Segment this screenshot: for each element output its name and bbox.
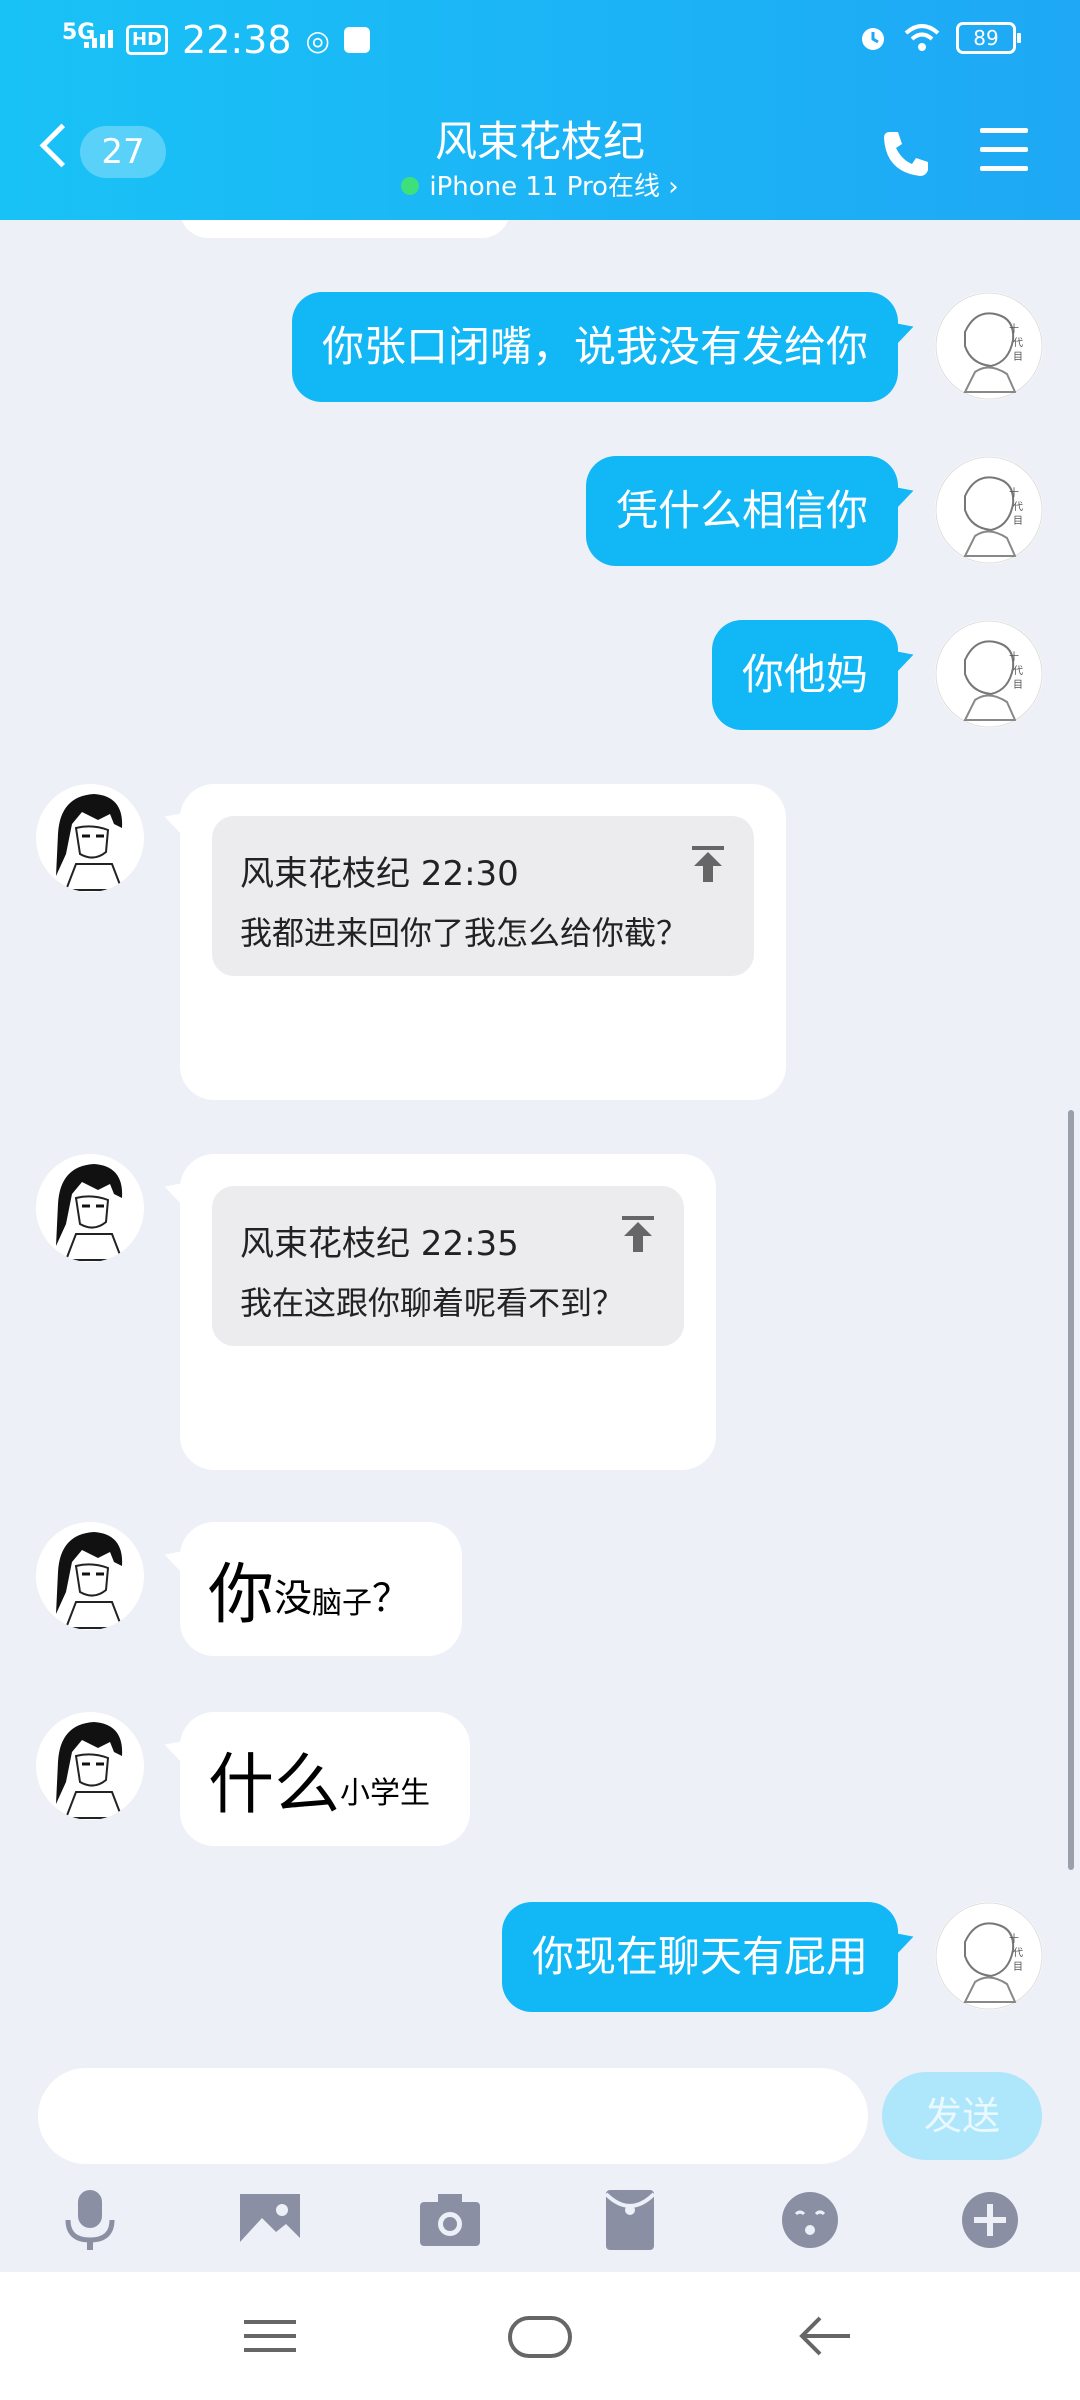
- quoted-message[interactable]: 风束花枝纪 22:35 我在这跟你聊着呢看不到？: [212, 1186, 684, 1346]
- outgoing-bubble[interactable]: 你张口闭嘴，说我没有发给你: [291, 292, 898, 402]
- styled-message-text: 什么 小学生: [208, 1712, 430, 1846]
- text-part-large: 什么: [208, 1746, 340, 1823]
- text-part-medium: 没: [274, 1575, 313, 1620]
- status-right: 89: [858, 22, 1021, 54]
- contact-avatar[interactable]: [36, 1712, 144, 1820]
- previous-message-bubble: [180, 220, 510, 238]
- weibo-icon: ◎: [305, 23, 330, 57]
- hd-badge: HD: [126, 25, 169, 55]
- battery-level: 89: [973, 26, 999, 50]
- svg-text:十: 十: [1009, 322, 1019, 335]
- recent-apps-icon[interactable]: [230, 2306, 310, 2366]
- outgoing-bubble[interactable]: 你他妈: [711, 620, 898, 730]
- incoming-bubble[interactable]: 什么 小学生: [180, 1712, 470, 1846]
- jump-to-top-icon[interactable]: [620, 1214, 656, 1254]
- incoming-bubble[interactable]: 风束花枝纪 22:35 我在这跟你聊着呢看不到？: [180, 1154, 716, 1470]
- alarm-icon: [862, 28, 884, 50]
- mic-icon[interactable]: [50, 2180, 130, 2260]
- notification-icon: [343, 27, 370, 53]
- quoted-message[interactable]: 风束花枝纪 22:30 我都进来回你了我怎么给你截？: [212, 816, 754, 976]
- svg-text:十: 十: [1009, 650, 1019, 663]
- system-navigation-bar: [0, 2272, 1080, 2400]
- text-part-large: 你: [208, 1556, 274, 1633]
- svg-text:目: 目: [1013, 680, 1023, 691]
- menu-icon[interactable]: [980, 128, 1028, 174]
- sketch-avatar-icon: 十 代 目: [935, 1902, 1043, 2010]
- status-left: 5G HD 22:38 ◎: [62, 18, 370, 62]
- sketch-avatar-icon: 十 代 目: [935, 292, 1043, 400]
- scrollbar[interactable]: [1068, 1110, 1074, 1870]
- status-bar: 5G HD 22:38 ◎ 89: [0, 0, 1080, 82]
- text-part-medium: ？: [372, 1575, 411, 1620]
- manga-avatar-icon: [37, 1523, 143, 1629]
- phone-icon[interactable]: [880, 128, 932, 180]
- svg-text:目: 目: [1013, 352, 1023, 363]
- back-icon[interactable]: [786, 2306, 866, 2366]
- sketch-avatar-icon: 十 代 目: [935, 456, 1043, 564]
- outgoing-bubble[interactable]: 凭什么相信你: [585, 456, 898, 566]
- battery-icon: 89: [956, 22, 1021, 54]
- camera-icon[interactable]: [410, 2180, 490, 2260]
- my-avatar[interactable]: 十 代 目: [935, 292, 1043, 400]
- chat-header: 5G HD 22:38 ◎ 89 27 风束花枝纪 iPhone 11 Pro在…: [0, 0, 1080, 220]
- svg-text:代: 代: [1013, 501, 1023, 513]
- send-button[interactable]: 发送: [882, 2072, 1042, 2160]
- svg-text:目: 目: [1013, 1962, 1023, 1973]
- manga-avatar-icon: [37, 1713, 143, 1819]
- sketch-avatar-icon: 十 代 目: [935, 620, 1043, 728]
- contact-avatar[interactable]: [36, 1522, 144, 1630]
- plus-icon[interactable]: [950, 2180, 1030, 2260]
- signal-icon: 5G: [62, 20, 113, 60]
- quote-text: 我都进来回你了我怎么给你截？: [240, 914, 689, 952]
- quote-header: 风束花枝纪 22:35: [240, 1224, 519, 1264]
- input-toolbar: [0, 2180, 1080, 2260]
- svg-text:代: 代: [1013, 1947, 1023, 1959]
- my-avatar[interactable]: 十 代 目: [935, 456, 1043, 564]
- outgoing-bubble[interactable]: 你现在聊天有屁用: [501, 1902, 898, 2012]
- quote-header: 风束花枝纪 22:30: [240, 854, 519, 894]
- contact-avatar[interactable]: [36, 784, 144, 892]
- chevron-right-icon: ›: [668, 172, 679, 202]
- manga-avatar-icon: [37, 1155, 143, 1261]
- styled-message-text: 你 没 脑子 ？: [208, 1522, 410, 1656]
- wifi-icon: [904, 24, 940, 51]
- quote-text: 我在这跟你聊着呢看不到？: [240, 1284, 625, 1322]
- my-avatar[interactable]: 十 代 目: [935, 1902, 1043, 2010]
- incoming-bubble[interactable]: 你 没 脑子 ？: [180, 1522, 462, 1656]
- text-part-small: 脑子: [312, 1586, 373, 1621]
- manga-avatar-icon: [37, 785, 143, 891]
- clock: 22:38: [182, 18, 292, 62]
- red-packet-icon[interactable]: [590, 2180, 670, 2260]
- svg-text:十: 十: [1009, 486, 1019, 499]
- svg-text:目: 目: [1013, 516, 1023, 527]
- svg-text:代: 代: [1013, 337, 1023, 349]
- message-list[interactable]: 你张口闭嘴，说我没有发给你 十 代 目 凭什么相信你 十 代 目 你他妈 十 代…: [0, 220, 1080, 2060]
- svg-text:十: 十: [1009, 1932, 1019, 1945]
- contact-avatar[interactable]: [36, 1154, 144, 1262]
- message-input[interactable]: [38, 2068, 868, 2164]
- home-icon[interactable]: [500, 2306, 580, 2366]
- emoji-icon[interactable]: [770, 2180, 850, 2260]
- device-status-text: iPhone 11 Pro在线: [429, 172, 660, 202]
- svg-text:代: 代: [1013, 665, 1023, 677]
- image-icon[interactable]: [230, 2180, 310, 2260]
- text-part-small: 小学生: [340, 1776, 430, 1811]
- online-dot-icon: [401, 176, 420, 195]
- incoming-bubble[interactable]: 风束花枝纪 22:30 我都进来回你了我怎么给你截？: [180, 784, 786, 1100]
- my-avatar[interactable]: 十 代 目: [935, 620, 1043, 728]
- jump-to-top-icon[interactable]: [690, 844, 726, 884]
